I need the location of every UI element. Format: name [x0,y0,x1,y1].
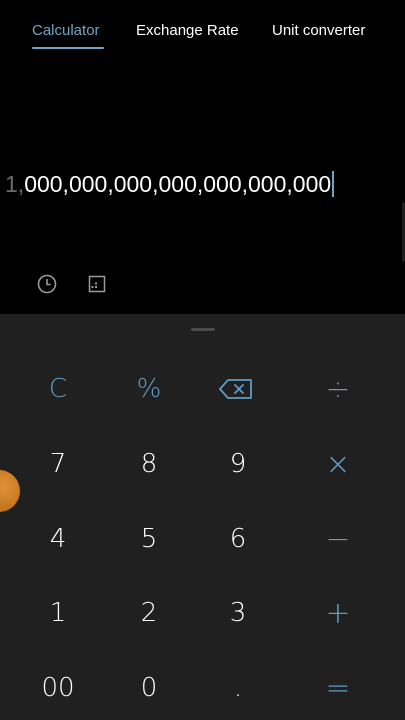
active-tab-indicator [32,47,104,49]
keypad: C % ÷ 7 8 9 × 4 5 6 − 1 2 3 + 00 0 . = [0,314,405,720]
digit-9-button[interactable]: 9 [198,434,278,494]
digit-1-button[interactable]: 1 [18,583,98,643]
multiply-button[interactable]: × [298,434,378,494]
digit-6-button[interactable]: 6 [198,509,278,569]
tab-unit-converter[interactable]: Unit converter [272,22,365,39]
digit-5-button[interactable]: 5 [109,509,189,569]
digit-0-button[interactable]: 0 [109,658,189,718]
percent-button[interactable]: % [109,359,189,419]
scientific-mode-icon [88,275,106,293]
scientific-mode-button[interactable] [83,270,111,298]
digit-7-button[interactable]: 7 [18,434,98,494]
digit-2-button[interactable]: 2 [109,583,189,643]
clear-button[interactable]: C [18,359,98,419]
digit-3-button[interactable]: 3 [198,583,278,643]
backspace-button[interactable] [196,359,276,419]
history-button[interactable] [33,270,61,298]
minus-button[interactable]: − [298,509,378,569]
divide-button[interactable]: ÷ [298,359,378,419]
digit-4-button[interactable]: 4 [18,509,98,569]
clock-icon [37,274,57,294]
display-text: 1,000,000,000,000,000,000,000 [5,171,335,198]
keypad-drag-handle[interactable] [191,328,215,331]
digit-8-button[interactable]: 8 [109,434,189,494]
tab-calculator[interactable]: Calculator [32,22,100,39]
plus-button[interactable]: + [298,583,378,643]
double-zero-button[interactable]: 00 [18,658,98,718]
backspace-icon [219,379,252,399]
result-display[interactable]: 1,000,000,000,000,000,000,000 [0,168,380,202]
equals-button[interactable]: = [298,658,378,718]
display-overflow-digits: 1, [5,171,25,197]
decimal-button[interactable]: . [198,658,278,718]
mode-tabs: Calculator Exchange Rate Unit converter [0,0,405,60]
display-value: 000,000,000,000,000,000,000 [24,171,332,197]
tab-exchange-rate[interactable]: Exchange Rate [136,22,239,39]
text-cursor [332,171,335,197]
calculator-app: Calculator Exchange Rate Unit converter … [0,0,405,720]
